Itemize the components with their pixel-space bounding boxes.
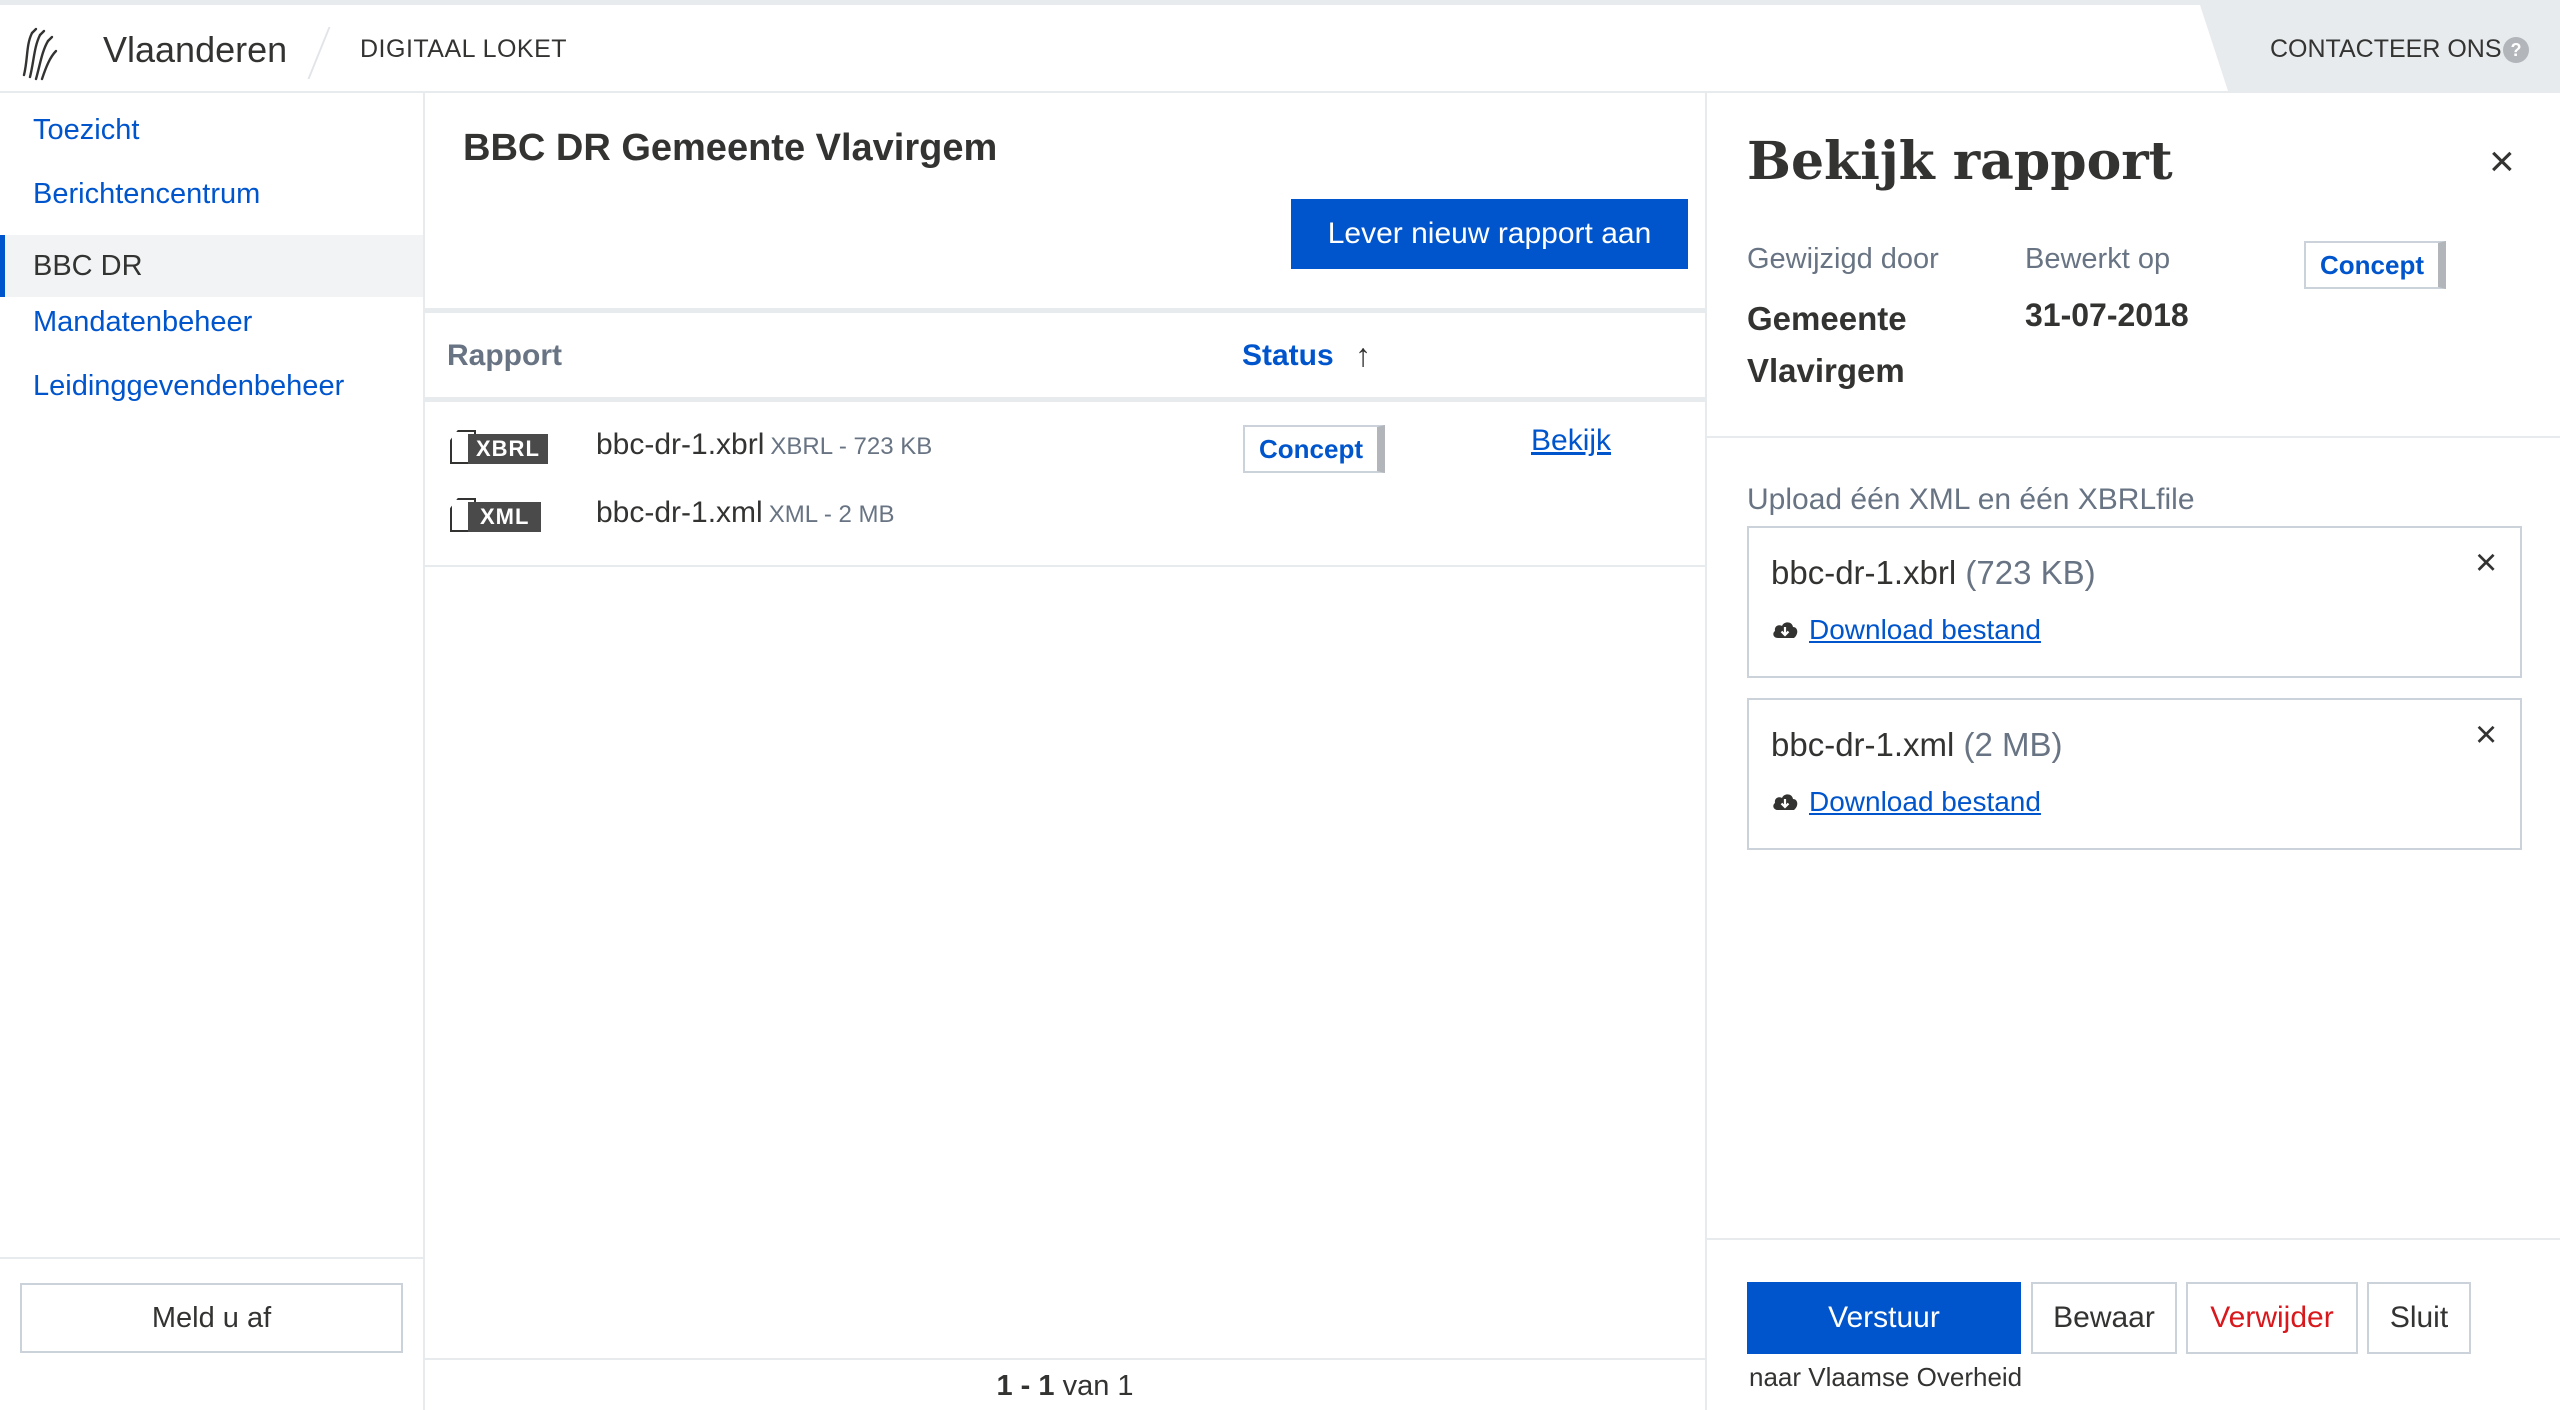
file-name-text: bbc-dr-1.xbrl bbox=[596, 428, 765, 461]
delete-button[interactable]: Verwijder bbox=[2186, 1282, 2358, 1354]
uploaded-file-size: (2 MB) bbox=[1963, 726, 2063, 763]
sidebar-item-leidinggevendenbeheer[interactable]: Leidinggevendenbeheer bbox=[0, 355, 423, 417]
modified-by-line-2: Vlavirgem bbox=[1747, 352, 1905, 389]
pagination-total: van 1 bbox=[1062, 1370, 1134, 1402]
close-button[interactable]: Sluit bbox=[2367, 1282, 2471, 1354]
sort-ascending-icon[interactable]: ↑ bbox=[1355, 337, 1371, 374]
modified-by-value: Gemeente Vlavirgem bbox=[1747, 293, 1907, 397]
table-row: XBRL bbc-dr-1.xbrl XBRL - 723 KB XML bbc-… bbox=[425, 402, 1705, 567]
pagination-range: 1 - 1 bbox=[996, 1370, 1055, 1402]
main-content: BBC DR Gemeente Vlavirgem Lever nieuw ra… bbox=[425, 93, 1705, 1410]
uploaded-file-name: bbc-dr-1.xml (2 MB) bbox=[1771, 726, 2063, 764]
column-header-rapport: Rapport bbox=[447, 339, 562, 372]
send-note: naar Vlaamse Overheid bbox=[1749, 1362, 2023, 1392]
uploaded-file-card: bbc-dr-1.xbrl (723 KB) × Download bestan… bbox=[1747, 526, 2522, 678]
file-name: bbc-dr-1.xbrl XBRL - 723 KB bbox=[596, 428, 932, 462]
new-report-button[interactable]: Lever nieuw rapport aan bbox=[1291, 199, 1688, 269]
panel-divider bbox=[1707, 436, 2560, 438]
sidebar-item-mandatenbeheer[interactable]: Mandatenbeheer bbox=[0, 291, 423, 353]
report-detail-panel: Bekijk rapport × Gewijzigd door Gemeente… bbox=[1705, 93, 2560, 1410]
download-file-link[interactable]: Download bestand bbox=[1809, 786, 2041, 818]
panel-footer: Verstuur Bewaar Verwijder Sluit naar Vla… bbox=[1707, 1238, 2560, 1410]
file-meta: XML - 2 MB bbox=[768, 501, 895, 528]
file-name: bbc-dr-1.xml XML - 2 MB bbox=[596, 496, 895, 530]
sidebar-item-bbc-dr[interactable]: BBC DR bbox=[0, 235, 423, 297]
file-meta: XBRL - 723 KB bbox=[770, 433, 933, 460]
uploaded-file-name-text: bbc-dr-1.xbrl bbox=[1771, 554, 1957, 591]
status-badge: Concept bbox=[2304, 241, 2446, 289]
sidebar: Toezicht Berichtencentrum BBC DR Mandate… bbox=[0, 93, 425, 1410]
uploaded-file-name: bbc-dr-1.xbrl (723 KB) bbox=[1771, 554, 2096, 592]
help-icon: ? bbox=[2503, 37, 2529, 63]
contact-label: CONTACTEER ONS bbox=[2270, 35, 2502, 63]
sidebar-footer: Meld u af bbox=[0, 1257, 423, 1410]
edited-on-value: 31-07-2018 bbox=[2025, 297, 2189, 333]
save-button[interactable]: Bewaar bbox=[2031, 1282, 2177, 1354]
site-title[interactable]: DIGITAAL LOKET bbox=[360, 35, 567, 64]
edited-on-label: Bewerkt op bbox=[2025, 243, 2171, 275]
upload-label: Upload één XML en één XBRLfile bbox=[1747, 483, 2195, 516]
logout-button[interactable]: Meld u af bbox=[20, 1283, 403, 1353]
uploaded-file-card: bbc-dr-1.xml (2 MB) × Download bestand bbox=[1747, 698, 2522, 850]
top-header: Vlaanderen DIGITAAL LOKET CONTACTEER ONS… bbox=[0, 0, 2560, 93]
contact-button[interactable]: CONTACTEER ONS ? bbox=[2200, 5, 2560, 91]
cloud-download-icon bbox=[1773, 794, 1798, 810]
file-type-badge: XBRL bbox=[468, 434, 548, 464]
remove-file-icon[interactable]: × bbox=[2475, 542, 2497, 585]
cloud-download-icon bbox=[1773, 622, 1798, 638]
sidebar-item-berichtencentrum[interactable]: Berichtencentrum bbox=[0, 163, 423, 225]
sidebar-item-toezicht[interactable]: Toezicht bbox=[0, 99, 423, 161]
brand-name[interactable]: Vlaanderen bbox=[103, 29, 287, 71]
uploaded-file-name-text: bbc-dr-1.xml bbox=[1771, 726, 1955, 763]
modified-by-line-1: Gemeente bbox=[1747, 300, 1907, 337]
uploaded-file-size: (723 KB) bbox=[1965, 554, 2096, 591]
modified-by-label: Gewijzigd door bbox=[1747, 243, 1939, 275]
brand-divider bbox=[307, 27, 331, 79]
pagination: 1 - 1 van 1 bbox=[425, 1358, 1705, 1410]
send-button[interactable]: Verstuur bbox=[1747, 1282, 2021, 1354]
view-report-link[interactable]: Bekijk bbox=[1531, 424, 1611, 458]
close-icon[interactable]: × bbox=[2489, 137, 2515, 187]
page-title: BBC DR Gemeente Vlavirgem bbox=[463, 127, 998, 169]
file-type-badge: XML bbox=[468, 502, 542, 532]
remove-file-icon[interactable]: × bbox=[2475, 714, 2497, 757]
download-file-link[interactable]: Download bestand bbox=[1809, 614, 2041, 646]
table-header: Rapport Status ↑ bbox=[425, 308, 1705, 402]
column-header-status[interactable]: Status bbox=[1242, 339, 1334, 373]
file-name-text: bbc-dr-1.xml bbox=[596, 496, 763, 529]
flemish-lion-logo-icon[interactable] bbox=[18, 23, 62, 83]
panel-title: Bekijk rapport bbox=[1747, 131, 2173, 192]
status-badge: Concept bbox=[1243, 425, 1385, 473]
